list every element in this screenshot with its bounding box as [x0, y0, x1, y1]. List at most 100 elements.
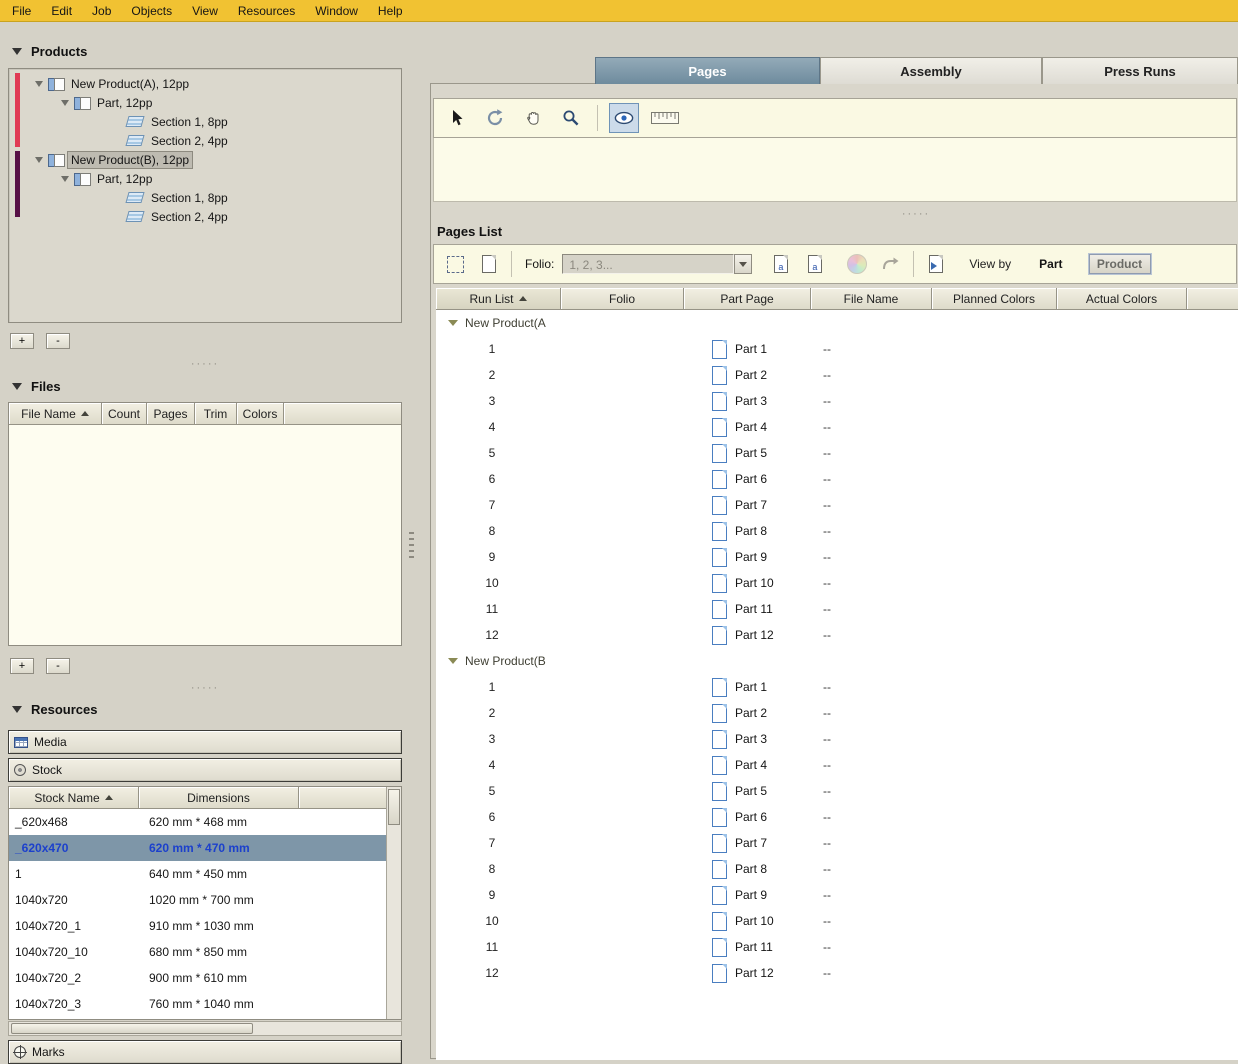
collapse-triangle-icon[interactable] [12, 48, 22, 55]
run-list-row[interactable]: 4Part 4-- [436, 752, 1238, 778]
zoom-tool-button[interactable] [556, 103, 586, 133]
run-list-row[interactable]: 11Part 11-- [436, 596, 1238, 622]
tree-item[interactable]: Section 2, 4pp [23, 207, 399, 226]
run-list-row[interactable]: 12Part 12-- [436, 960, 1238, 986]
run-list-row[interactable]: 8Part 8-- [436, 518, 1238, 544]
run-list-row[interactable]: 8Part 8-- [436, 856, 1238, 882]
color-wheel-button[interactable] [842, 249, 872, 279]
tree-item-label[interactable]: Section 2, 4pp [148, 209, 231, 225]
tab-pages[interactable]: Pages [595, 57, 820, 84]
pan-tool-button[interactable] [518, 103, 548, 133]
tree-item-label[interactable]: New Product(A), 12pp [68, 76, 192, 92]
stock-row[interactable]: 1040x720_3760 mm * 1040 mm [9, 991, 401, 1017]
tree-item-label[interactable]: Section 2, 4pp [148, 133, 231, 149]
copy-page-button[interactable] [921, 249, 951, 279]
files-column-count[interactable]: Count [102, 403, 147, 425]
products-splitter-handle[interactable] [8, 358, 402, 370]
revert-button[interactable] [876, 249, 906, 279]
expander-icon[interactable] [35, 157, 43, 163]
stock-row[interactable]: 1040x720_2900 mm * 610 mm [9, 965, 401, 991]
run-list-row[interactable]: 2Part 2-- [436, 362, 1238, 388]
menu-view[interactable]: View [182, 1, 228, 21]
tree-item[interactable]: Part, 12pp [23, 169, 399, 188]
stock-row[interactable]: _620x470620 mm * 470 mm [9, 835, 401, 861]
preview-toggle-button[interactable] [609, 103, 639, 133]
menu-window[interactable]: Window [305, 1, 368, 21]
expander-icon[interactable] [61, 176, 69, 182]
run-column-actual-colors[interactable]: Actual Colors [1057, 288, 1187, 310]
run-list-row[interactable]: 12Part 12-- [436, 622, 1238, 648]
stock-section-bar[interactable]: Stock [8, 758, 402, 782]
run-list-row[interactable]: 3Part 3-- [436, 726, 1238, 752]
run-list-row[interactable]: 10Part 10-- [436, 908, 1238, 934]
menu-edit[interactable]: Edit [41, 1, 82, 21]
files-column-file-name[interactable]: File Name [9, 403, 102, 425]
add-page-button[interactable] [474, 249, 504, 279]
ruler-tool-button[interactable] [647, 103, 683, 133]
panel-splitter-grip[interactable] [409, 532, 414, 558]
menu-resources[interactable]: Resources [228, 1, 305, 21]
stock-row[interactable]: 1040x720_10680 mm * 850 mm [9, 939, 401, 965]
files-column-trim[interactable]: Trim [195, 403, 237, 425]
tree-item-label[interactable]: Part, 12pp [94, 95, 155, 111]
group-collapse-icon[interactable] [448, 320, 458, 326]
run-list-row[interactable]: 10Part 10-- [436, 570, 1238, 596]
run-list-row[interactable]: 1Part 1-- [436, 674, 1238, 700]
apply-folio-all-button[interactable] [800, 249, 830, 279]
folio-combobox[interactable]: 1, 2, 3... [562, 254, 752, 274]
stock-row[interactable]: 1040x7201020 mm * 700 mm [9, 887, 401, 913]
tree-item[interactable]: New Product(A), 12pp [23, 74, 399, 93]
menu-objects[interactable]: Objects [121, 1, 182, 21]
run-column-part-page[interactable]: Part Page [684, 288, 811, 310]
stock-horizontal-scrollbar[interactable] [8, 1021, 402, 1036]
run-list-row[interactable]: 9Part 9-- [436, 544, 1238, 570]
remove-file-button[interactable]: - [46, 658, 70, 674]
run-column-folio[interactable]: Folio [561, 288, 684, 310]
tree-item-label[interactable]: New Product(B), 12pp [68, 152, 192, 168]
remove-product-button[interactable]: - [46, 333, 70, 349]
run-list-row[interactable]: 1Part 1-- [436, 336, 1238, 362]
run-column-planned-colors[interactable]: Planned Colors [932, 288, 1057, 310]
menu-file[interactable]: File [2, 1, 41, 21]
marks-section-bar[interactable]: Marks [8, 1040, 402, 1064]
select-tool-button[interactable] [442, 103, 472, 133]
run-column-file-name[interactable]: File Name [811, 288, 932, 310]
stock-row[interactable]: _620x468620 mm * 468 mm [9, 809, 401, 835]
add-file-button[interactable]: + [10, 658, 34, 674]
run-list-row[interactable]: 6Part 6-- [436, 804, 1238, 830]
run-list-row[interactable]: 7Part 7-- [436, 830, 1238, 856]
stock-row[interactable]: 1640 mm * 450 mm [9, 861, 401, 887]
run-list-row[interactable]: 5Part 5-- [436, 440, 1238, 466]
expander-icon[interactable] [61, 100, 69, 106]
run-list-row[interactable]: 3Part 3-- [436, 388, 1238, 414]
view-by-product-toggle[interactable]: Product [1089, 254, 1151, 274]
pages-splitter-handle[interactable] [886, 208, 946, 220]
menu-job[interactable]: Job [82, 1, 121, 21]
media-section-bar[interactable]: Media [8, 730, 402, 754]
marquee-select-button[interactable] [440, 249, 470, 279]
run-group-row[interactable]: New Product(B [436, 648, 1238, 674]
view-by-part-toggle[interactable]: Part [1039, 257, 1062, 271]
files-column-pages[interactable]: Pages [147, 403, 195, 425]
stock-vertical-scrollbar[interactable] [386, 787, 401, 1019]
collapse-triangle-icon[interactable] [12, 383, 22, 390]
tree-item-label[interactable]: Part, 12pp [94, 171, 155, 187]
collapse-triangle-icon[interactable] [12, 706, 22, 713]
stock-column-dimensions[interactable]: Dimensions [139, 787, 299, 809]
run-column-run-list[interactable]: Run List [436, 288, 561, 310]
rotate-tool-button[interactable] [480, 103, 510, 133]
expander-icon[interactable] [35, 81, 43, 87]
scrollbar-thumb[interactable] [11, 1023, 253, 1034]
tree-item[interactable]: Part, 12pp [23, 93, 399, 112]
menu-help[interactable]: Help [368, 1, 413, 21]
files-empty-body[interactable] [9, 425, 401, 645]
run-list-row[interactable]: 6Part 6-- [436, 466, 1238, 492]
run-list-row[interactable]: 5Part 5-- [436, 778, 1238, 804]
files-splitter-handle[interactable] [8, 682, 402, 694]
stock-row[interactable]: 1040x720_1910 mm * 1030 mm [9, 913, 401, 939]
tree-item[interactable]: New Product(B), 12pp [23, 150, 399, 169]
files-column-colors[interactable]: Colors [237, 403, 284, 425]
run-list-row[interactable]: 4Part 4-- [436, 414, 1238, 440]
run-group-row[interactable]: New Product(A [436, 310, 1238, 336]
tree-item[interactable]: Section 1, 8pp [23, 112, 399, 131]
